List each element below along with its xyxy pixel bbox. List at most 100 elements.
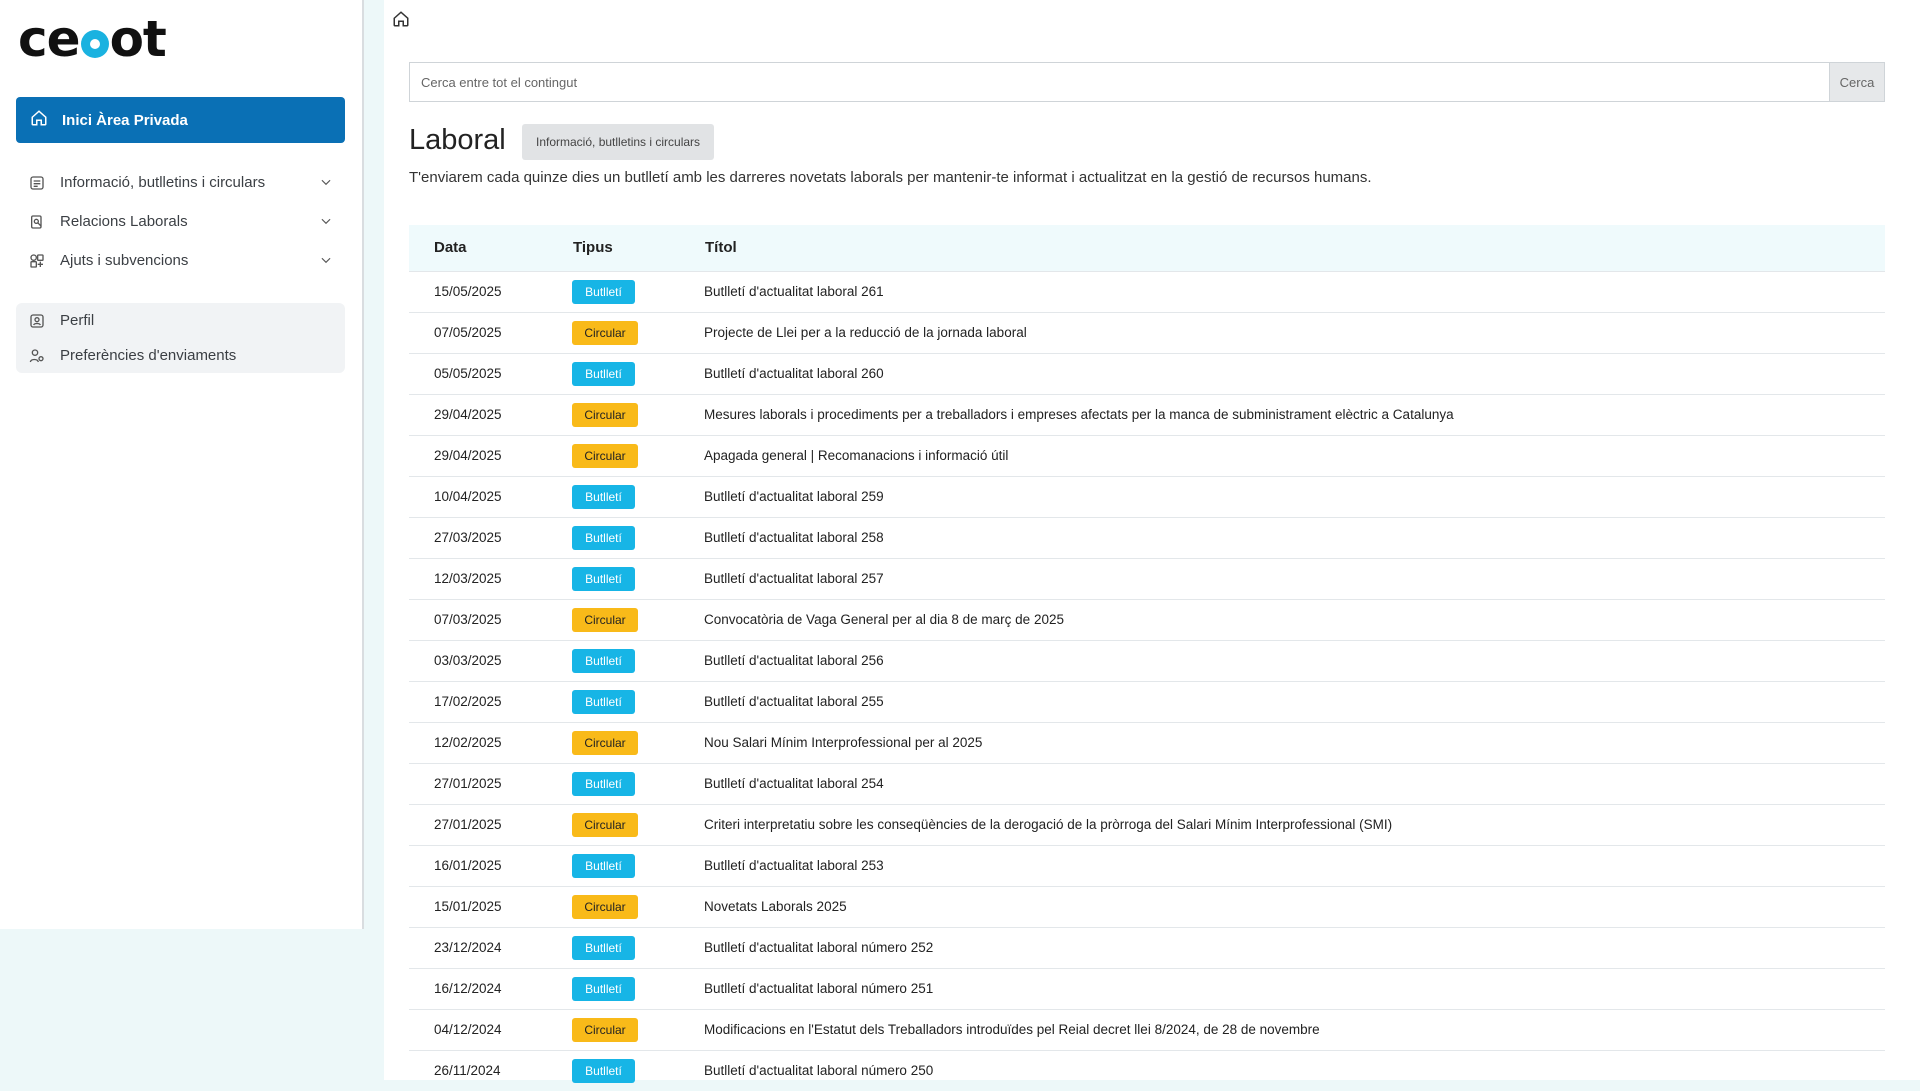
type-badge: Circular (572, 730, 638, 755)
table-row[interactable]: 26/11/2024 Butlletí Butlletí d'actualitat … (409, 1049, 1885, 1091)
type-badge: Butlletí (572, 689, 635, 714)
type-badge: Circular (572, 320, 638, 345)
profile-menu: Perfil Preferències d'enviaments (16, 303, 345, 373)
row-title-link[interactable]: Projecte de Llei per a la reducció de la… (704, 311, 1885, 353)
type-badge: Butlletí (572, 279, 635, 304)
type-badge: Butlletí (572, 976, 635, 1001)
row-type-cell: Circular (572, 598, 704, 640)
row-title-link[interactable]: Butlletí d'actualitat laboral 258 (704, 516, 1885, 558)
table-row[interactable]: 03/03/2025 Butlletí Butlletí d'actualitat … (409, 639, 1885, 681)
sidebar-item-send-preferences[interactable]: Preferències d'enviaments (16, 338, 345, 373)
row-date: 12/03/2025 (409, 557, 572, 599)
table-row[interactable]: 27/03/2025 Butlletí Butlletí d'actualitat … (409, 516, 1885, 558)
row-date: 12/02/2025 (409, 721, 572, 763)
row-type-cell: Butlletí (572, 844, 704, 886)
column-header-title[interactable]: Títol (704, 225, 1885, 271)
row-date: 03/03/2025 (409, 639, 572, 681)
row-title-link[interactable]: Convocatòria de Vaga General per al dia … (704, 598, 1885, 640)
row-title-link[interactable]: Apagada general | Recomanacions i inform… (704, 434, 1885, 476)
table-header-row: Data Tipus Títol (409, 225, 1885, 271)
type-badge: Circular (572, 812, 638, 837)
table-row[interactable]: 05/05/2025 Butlletí Butlletí d'actualitat … (409, 352, 1885, 394)
table-row[interactable]: 27/01/2025 Butlletí Butlletí d'actualitat … (409, 762, 1885, 804)
row-type-cell: Circular (572, 393, 704, 435)
sidebar-item-profile[interactable]: Perfil (16, 303, 345, 338)
row-type-cell: Butlletí (572, 762, 704, 804)
type-badge: Butlletí (572, 484, 635, 509)
chevron-down-icon[interactable] (319, 175, 333, 193)
search-bar: Cerca (409, 62, 1885, 102)
row-title-link[interactable]: Nou Salari Mínim Interprofessional per a… (704, 721, 1885, 763)
category-tag[interactable]: Informació, butlletins i circulars (522, 124, 715, 160)
table-row[interactable]: 12/02/2025 Circular Nou Salari Mínim Inter… (409, 721, 1885, 763)
row-title-link[interactable]: Criteri interpretatiu sobre les conseqüè… (704, 803, 1885, 845)
table-row[interactable]: 07/05/2025 Circular Projecte de Llei per a… (409, 311, 1885, 353)
logo-text-start: ce (18, 10, 81, 68)
row-type-cell: Circular (572, 885, 704, 927)
row-title-link[interactable]: Butlletí d'actualitat laboral 257 (704, 557, 1885, 599)
row-title-link[interactable]: Butlletí d'actualitat laboral 259 (704, 475, 1885, 517)
row-date: 16/12/2024 (409, 967, 572, 1009)
search-input[interactable] (410, 63, 1829, 101)
row-type-cell: Butlletí (572, 680, 704, 722)
table-row[interactable]: 10/04/2025 Butlletí Butlletí d'actualitat … (409, 475, 1885, 517)
row-title-link[interactable]: Mesures laborals i procediments per a tr… (704, 393, 1885, 435)
table-row[interactable]: 15/01/2025 Circular Novetats Laborals 2025 (409, 885, 1885, 927)
type-badge: Circular (572, 402, 638, 427)
sidebar-item-labor-relations[interactable]: Relacions Laborals (16, 202, 345, 241)
table-row[interactable]: 29/04/2025 Circular Mesures laborals i pro… (409, 393, 1885, 435)
type-badge: Circular (572, 894, 638, 919)
row-type-cell: Butlletí (572, 639, 704, 681)
home-private-area-button[interactable]: Inici Àrea Privada (16, 97, 345, 143)
table-body: 15/05/2025 Butlletí Butlletí d'actualitat … (409, 270, 1885, 1091)
row-date: 17/02/2025 (409, 680, 572, 722)
type-badge: Butlletí (572, 525, 635, 550)
table-row[interactable]: 16/12/2024 Butlletí Butlletí d'actualitat … (409, 967, 1885, 1009)
cecot-logo[interactable]: ce ot (18, 14, 167, 64)
page-description: T'enviarem cada quinze dies un butlletí … (409, 169, 1372, 186)
row-title-link[interactable]: Butlletí d'actualitat laboral número 251 (704, 967, 1885, 1009)
breadcrumb-home-icon[interactable] (392, 10, 410, 33)
row-title-link[interactable]: Modificacions en l'Estatut dels Treballa… (704, 1008, 1885, 1050)
row-title-link[interactable]: Butlletí d'actualitat laboral 260 (704, 352, 1885, 394)
row-date: 07/03/2025 (409, 598, 572, 640)
row-type-cell: Butlletí (572, 926, 704, 968)
row-date: 04/12/2024 (409, 1008, 572, 1050)
row-date: 26/11/2024 (409, 1049, 572, 1091)
search-button[interactable]: Cerca (1829, 63, 1884, 101)
row-type-cell: Circular (572, 311, 704, 353)
table-row[interactable]: 17/02/2025 Butlletí Butlletí d'actualitat … (409, 680, 1885, 722)
chevron-down-icon[interactable] (319, 253, 333, 271)
row-date: 10/04/2025 (409, 475, 572, 517)
table-row[interactable]: 15/05/2025 Butlletí Butlletí d'actualitat … (409, 270, 1885, 312)
table-row[interactable]: 23/12/2024 Butlletí Butlletí d'actualitat … (409, 926, 1885, 968)
row-title-link[interactable]: Butlletí d'actualitat laboral 254 (704, 762, 1885, 804)
main-content: Cerca Laboral Informació, butlletins i c… (384, 0, 1920, 1091)
row-title-link[interactable]: Butlletí d'actualitat laboral 256 (704, 639, 1885, 681)
type-badge: Circular (572, 443, 638, 468)
sidebar-item-grants[interactable]: Ajuts i subvencions (16, 241, 345, 280)
row-date: 15/05/2025 (409, 270, 572, 312)
table-row[interactable]: 29/04/2025 Circular Apagada general | Reco… (409, 434, 1885, 476)
row-date: 15/01/2025 (409, 885, 572, 927)
row-title-link[interactable]: Novetats Laborals 2025 (704, 885, 1885, 927)
type-badge: Butlletí (572, 935, 635, 960)
column-header-type[interactable]: Tipus (572, 225, 704, 271)
grants-icon (28, 252, 46, 270)
sidebar-item-info-newsletters[interactable]: Informació, butlletins i circulars (16, 163, 345, 202)
row-title-link[interactable]: Butlletí d'actualitat laboral 261 (704, 270, 1885, 312)
row-title-link[interactable]: Butlletí d'actualitat laboral número 252 (704, 926, 1885, 968)
row-title-link[interactable]: Butlletí d'actualitat laboral 253 (704, 844, 1885, 886)
table-row[interactable]: 27/01/2025 Circular Criteri interpretatiu … (409, 803, 1885, 845)
row-title-link[interactable]: Butlletí d'actualitat laboral número 250 (704, 1049, 1885, 1091)
row-type-cell: Circular (572, 1008, 704, 1050)
row-date: 16/01/2025 (409, 844, 572, 886)
table-row[interactable]: 04/12/2024 Circular Modificacions en l'Est… (409, 1008, 1885, 1050)
column-header-date[interactable]: Data (409, 225, 572, 271)
row-title-link[interactable]: Butlletí d'actualitat laboral 255 (704, 680, 1885, 722)
table-row[interactable]: 16/01/2025 Butlletí Butlletí d'actualitat … (409, 844, 1885, 886)
table-row[interactable]: 12/03/2025 Butlletí Butlletí d'actualitat … (409, 557, 1885, 599)
logo-text-end: ot (109, 10, 167, 68)
table-row[interactable]: 07/03/2025 Circular Convocatòria de Vaga G… (409, 598, 1885, 640)
chevron-down-icon[interactable] (319, 214, 333, 232)
